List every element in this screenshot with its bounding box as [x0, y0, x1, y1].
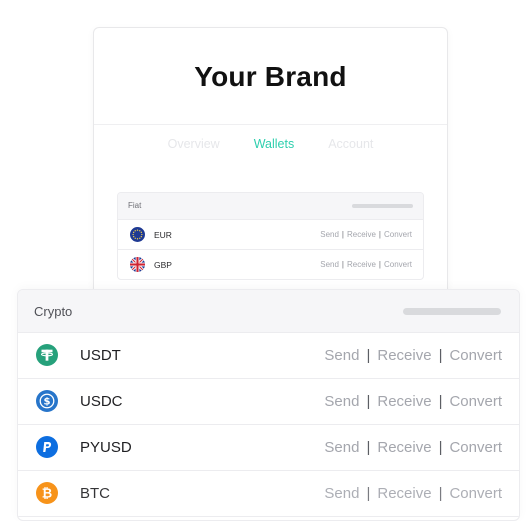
crypto-header-placeholder-bar: [403, 308, 501, 315]
fiat-actions: Send | Receive | Convert: [320, 230, 412, 239]
brand-title: Your Brand: [194, 61, 347, 92]
separator: |: [366, 347, 371, 364]
app-card: Your Brand Overview Wallets Account Fiat: [93, 27, 448, 329]
fiat-panel: Fiat EUR Send | Receive | Convert GBP Se…: [117, 192, 424, 280]
separator: |: [341, 230, 344, 239]
separator: |: [366, 439, 371, 456]
crypto-actions: Send | Receive | Convert: [324, 393, 502, 410]
fiat-title: Fiat: [128, 201, 142, 210]
tab-wallets[interactable]: Wallets: [237, 137, 312, 151]
crypto-code: PYUSD: [80, 439, 132, 456]
tab-account[interactable]: Account: [311, 137, 390, 151]
receive-link[interactable]: Receive: [347, 230, 376, 239]
separator: |: [438, 347, 443, 364]
crypto-actions: Send | Receive | Convert: [324, 347, 502, 364]
separator: |: [366, 393, 371, 410]
fiat-row-eur: EUR Send | Receive | Convert: [118, 220, 423, 250]
crypto-row-pyusd: PYUSD Send | Receive | Convert: [18, 425, 519, 471]
paypal-icon: [36, 436, 58, 458]
receive-link[interactable]: Receive: [377, 347, 431, 364]
fiat-code: GBP: [154, 260, 172, 270]
fiat-row-gbp: GBP Send | Receive | Convert: [118, 250, 423, 279]
send-link[interactable]: Send: [324, 485, 359, 502]
receive-link[interactable]: Receive: [347, 260, 376, 269]
crypto-header: Crypto: [18, 290, 519, 333]
crypto-row-usdc: $ USDC Send | Receive | Convert: [18, 379, 519, 425]
receive-link[interactable]: Receive: [377, 485, 431, 502]
eu-flag-icon: [130, 227, 145, 242]
crypto-panel: Crypto USDT Send | Receive | Convert $ USDC …: [17, 289, 520, 521]
convert-link[interactable]: Convert: [449, 347, 502, 364]
crypto-row-usdt: USDT Send | Receive | Convert: [18, 333, 519, 379]
crypto-actions: Send | Receive | Convert: [324, 439, 502, 456]
fiat-header: Fiat: [118, 193, 423, 220]
send-link[interactable]: Send: [324, 439, 359, 456]
crypto-title: Crypto: [34, 304, 73, 319]
fiat-code: EUR: [154, 230, 172, 240]
convert-link[interactable]: Convert: [449, 439, 502, 456]
separator: |: [378, 230, 381, 239]
receive-link[interactable]: Receive: [377, 393, 431, 410]
tether-icon: [36, 344, 58, 366]
crypto-row-btc: ₿ BTC Send | Receive | Convert: [18, 471, 519, 517]
crypto-code: USDT: [80, 347, 121, 364]
send-link[interactable]: Send: [324, 347, 359, 364]
crypto-code: BTC: [80, 485, 110, 502]
separator: |: [438, 393, 443, 410]
fiat-header-placeholder-bar: [352, 204, 413, 208]
send-link[interactable]: Send: [324, 393, 359, 410]
tab-overview[interactable]: Overview: [151, 137, 237, 151]
convert-link[interactable]: Convert: [449, 393, 502, 410]
usdc-icon: $: [36, 390, 58, 412]
tab-bar: Overview Wallets Account: [94, 137, 447, 151]
separator: |: [438, 485, 443, 502]
receive-link[interactable]: Receive: [377, 439, 431, 456]
separator: |: [366, 485, 371, 502]
convert-link[interactable]: Convert: [384, 260, 412, 269]
send-link[interactable]: Send: [320, 230, 339, 239]
header-divider: [94, 124, 447, 125]
svg-text:$: $: [43, 397, 50, 408]
separator: |: [378, 260, 381, 269]
crypto-actions: Send | Receive | Convert: [324, 485, 502, 502]
uk-flag-icon: [130, 257, 145, 272]
svg-text:₿: ₿: [42, 487, 52, 502]
separator: |: [341, 260, 344, 269]
convert-link[interactable]: Convert: [449, 485, 502, 502]
fiat-actions: Send | Receive | Convert: [320, 260, 412, 269]
send-link[interactable]: Send: [320, 260, 339, 269]
separator: |: [438, 439, 443, 456]
crypto-code: USDC: [80, 393, 123, 410]
convert-link[interactable]: Convert: [384, 230, 412, 239]
